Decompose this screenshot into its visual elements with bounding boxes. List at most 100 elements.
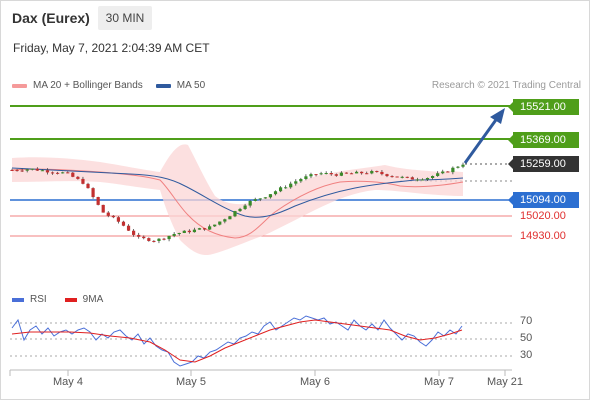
candle-body [40,170,45,172]
candle-body [208,226,212,230]
level-tag-s1: 15020.00 [520,210,566,222]
candle-body [132,230,136,235]
candle-body [86,183,90,189]
candle-body [142,236,146,239]
candle-body [309,174,313,177]
candle-body [187,230,191,233]
candle-body [182,230,186,234]
x-label-may6: May 6 [300,376,330,388]
candle-body [410,177,414,180]
x-label-may7: May 7 [424,376,454,388]
rsi-tick-50: 50 [520,332,533,344]
x-label-may5: May 5 [176,376,206,388]
candle-body [319,173,323,175]
candle-body [284,187,288,189]
candle-body [385,174,389,177]
candle-body [71,172,75,177]
candle-body [152,240,156,242]
candle-body [213,224,217,227]
candle-body [380,171,384,175]
candle-body [289,183,293,188]
candle-body [349,173,354,175]
candle-body [278,187,283,192]
candle-body [121,221,126,226]
candle-body [96,197,100,205]
rsi-legend: RSI 9MA [12,294,121,305]
candle-body [111,215,115,218]
candle-body [461,164,465,167]
candle-body [106,212,110,216]
candle-body [375,171,379,173]
candle-body [50,172,55,174]
rsi-swatch [12,297,24,302]
candle-body [25,169,29,171]
rsi-tick-70: 70 [520,315,533,327]
candle-body [304,176,308,180]
candle-body [233,211,237,217]
candle-body [172,234,176,236]
candle-body [441,171,445,174]
candle-body [263,197,267,199]
candle-body [238,208,242,212]
candle-body [243,205,247,209]
legend-9ma: 9MA [64,294,104,305]
level-tag-last: 15259.00 [508,156,579,172]
candle-body [218,221,222,225]
candle-body [268,194,273,198]
9ma-swatch [64,297,77,302]
level-tag-r1: 15369.00 [508,132,579,148]
candle-body [35,168,39,171]
candle-body [137,234,141,237]
candle-body [81,178,85,184]
candle-body [167,235,171,240]
candle-body [390,176,394,178]
candle-body [415,179,419,181]
forecast-arrow-head [490,108,505,124]
candle-body [10,170,14,172]
candle-body [395,176,399,178]
candle-body [66,172,70,174]
candle-body [299,179,303,182]
candle-body [197,228,202,230]
candle-body [329,172,333,175]
candle-body [147,238,151,241]
rsi-tick-30: 30 [520,349,533,361]
level-tag-pivot: 15094.00 [508,192,579,208]
candle-body [425,178,430,180]
candle-body [400,176,404,178]
candle-body [451,167,455,173]
candle-body [91,188,95,198]
candle-body [314,174,318,176]
candle-body [61,172,65,174]
rsi-label: RSI [30,294,47,305]
candle-body [365,173,369,175]
candle-body [370,171,374,174]
candle-body [334,174,338,176]
candle-body [430,176,435,179]
candle-body [223,219,227,222]
9ma-label: 9MA [82,294,104,305]
candle-body [354,171,359,174]
candle-body [126,225,131,231]
candle-body [420,179,425,181]
candle-body [162,238,166,240]
candle-body [294,181,298,184]
candle-body [157,238,161,241]
candle-body [339,172,343,176]
candle-body [324,172,328,174]
candle-body [360,171,364,174]
candle-body [192,229,197,233]
legend-rsi: RSI [12,294,47,305]
candle-body [45,170,50,173]
candle-body [405,176,409,178]
candle-body [202,228,207,230]
level-tag-r2: 15521.00 [508,99,579,115]
candle-body [253,199,257,201]
candle-body [76,176,80,179]
level-tag-s2: 14930.00 [520,230,566,242]
candle-body [116,217,121,222]
candle-body [456,166,460,168]
candle-body [228,216,232,220]
chart-svg [9,105,512,376]
candle-body [101,204,105,213]
